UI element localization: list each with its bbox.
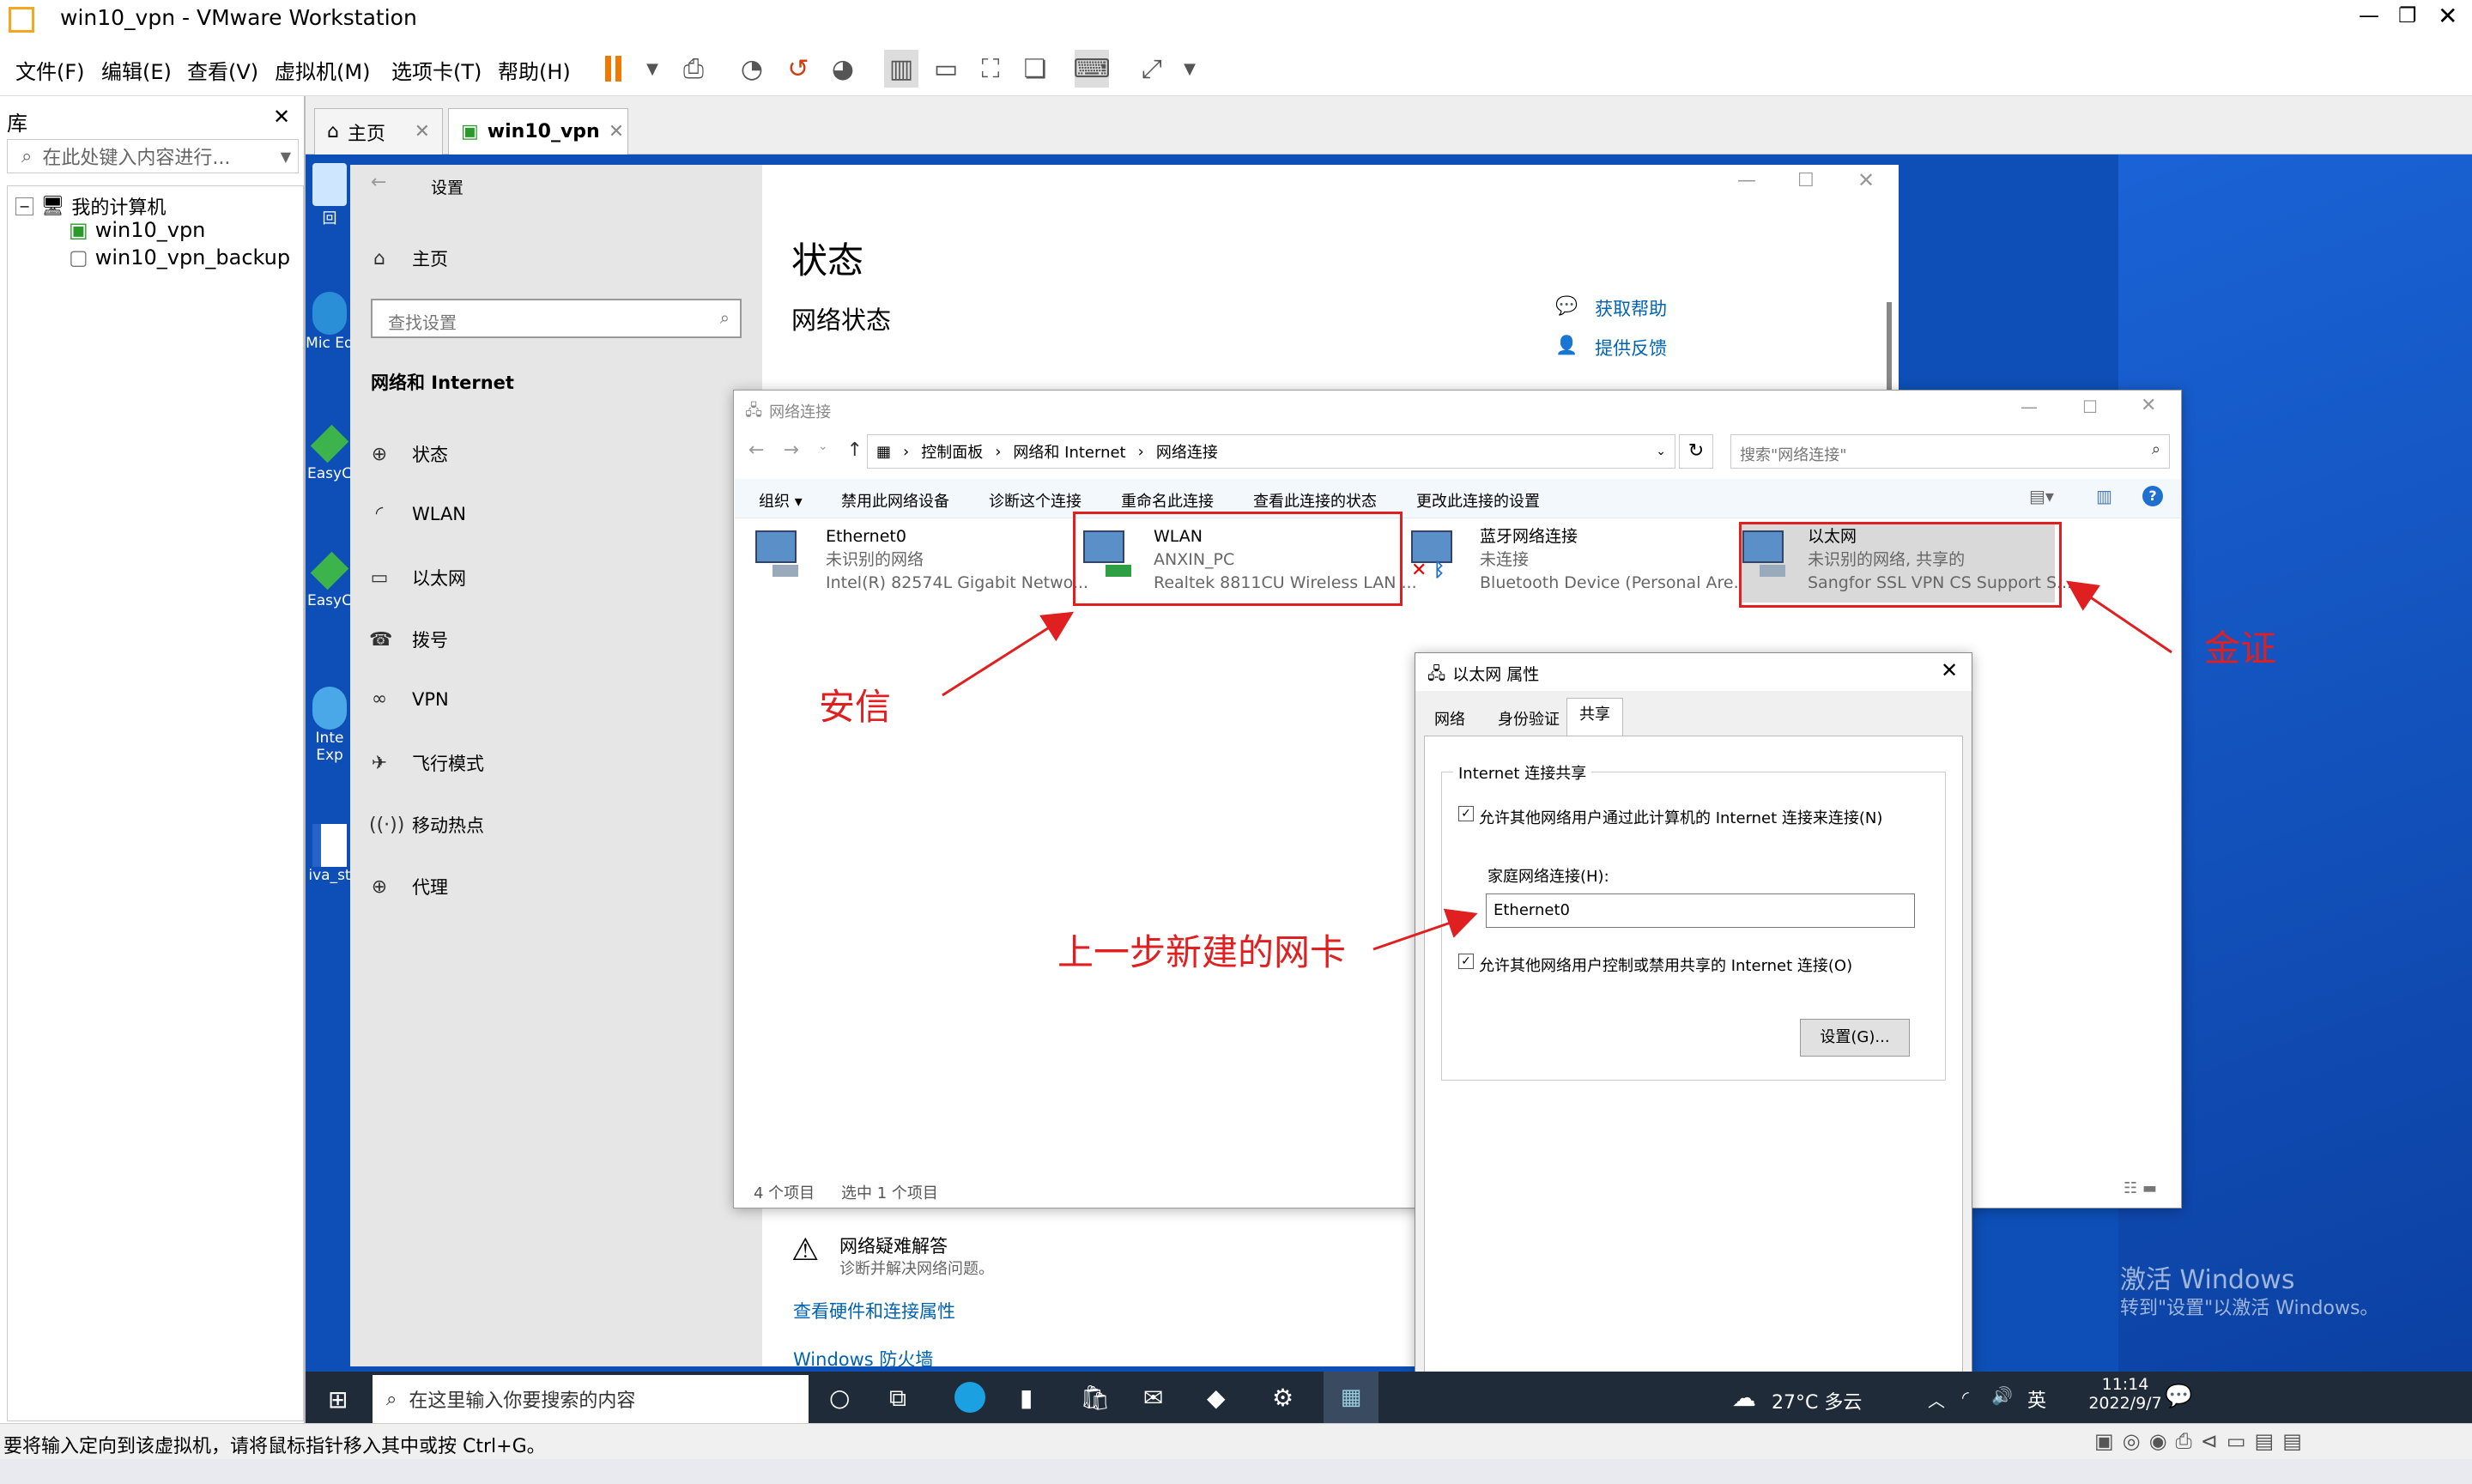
- arrow-new-nic: [1372, 908, 1478, 951]
- network-tray-icon[interactable]: ◜: [1962, 1387, 1969, 1408]
- cloud-icon: ☁: [1732, 1384, 1756, 1412]
- clock[interactable]: 11:14 2022/9/7: [2081, 1375, 2170, 1413]
- arrow-anxin: [942, 611, 1075, 697]
- device-tray-icons[interactable]: ▣◎◉⎙⊲▭▤▤: [2094, 1429, 2311, 1453]
- taskbar-search-input[interactable]: ⌕ 在这里输入你要搜索的内容: [373, 1375, 809, 1423]
- vpn-client-icon[interactable]: ◆: [1207, 1384, 1226, 1412]
- store-icon[interactable]: 🛍: [1080, 1384, 1111, 1412]
- arrow-jinzheng: [2066, 580, 2172, 654]
- mail-icon[interactable]: ✉: [1143, 1384, 1163, 1412]
- vmware-statusbar: 要将输入定向到该虚拟机，请将鼠标指针移入其中或按 Ctrl+G。 ▣◎◉⎙⊲▭▤…: [0, 1423, 2472, 1459]
- weather-text[interactable]: 27°C 多云: [1772, 1387, 1862, 1414]
- host-bottom-edge: [0, 1459, 2472, 1484]
- annotation-anxin: 安信: [819, 686, 892, 728]
- control-panel-taskbar-icon[interactable]: ▦: [1324, 1372, 1378, 1426]
- cortana-icon[interactable]: ○: [829, 1384, 850, 1412]
- task-view-icon[interactable]: ⧉: [889, 1384, 906, 1413]
- annotation-arrows: [942, 580, 2172, 951]
- search-icon: ⌕: [386, 1388, 397, 1410]
- guest-taskbar: ⊞ ⌕ 在这里输入你要搜索的内容 ○ ⧉ ▮ 🛍 ✉ ◆ ⚙ ▦ ☁ 27°C 多…: [306, 1372, 2472, 1426]
- gear-icon[interactable]: ⚙: [1272, 1384, 1294, 1412]
- edge-icon[interactable]: [954, 1382, 985, 1413]
- tray-chevron-up-icon[interactable]: ︿: [1928, 1387, 1945, 1412]
- file-icon[interactable]: ▮: [1020, 1384, 1033, 1412]
- ime-indicator[interactable]: 英: [2027, 1385, 2046, 1413]
- volume-icon[interactable]: 🔊: [1991, 1385, 2013, 1406]
- windows-start-icon[interactable]: ⊞: [328, 1385, 348, 1414]
- annotation-jinzheng: 金证: [2204, 627, 2277, 669]
- status-message: 要将输入定向到该虚拟机，请将鼠标指针移入其中或按 Ctrl+G。: [3, 1436, 546, 1457]
- annotation-new-nic: 上一步新建的网卡: [1057, 931, 1347, 973]
- notification-icon[interactable]: 💬: [2165, 1384, 2192, 1409]
